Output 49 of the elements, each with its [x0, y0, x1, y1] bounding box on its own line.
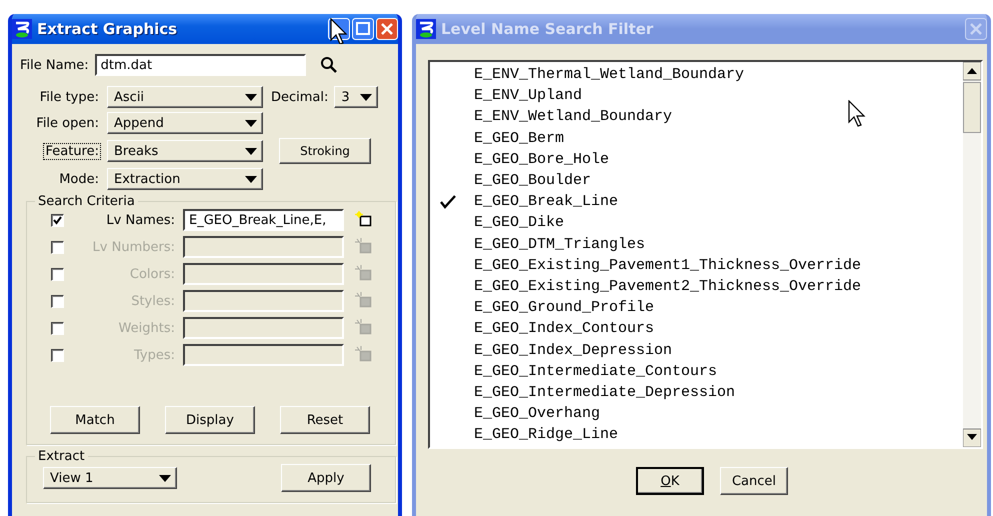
field-label: Styles:	[130, 294, 175, 308]
action-button[interactable]: Display	[165, 406, 255, 434]
input-field[interactable]: E_GEO_Break_Line,E,	[183, 209, 344, 231]
field-label: Weights:	[118, 320, 175, 336]
caret-icon	[244, 174, 258, 184]
field-label: Decimal:	[271, 90, 328, 104]
field-label: Lv Numbers:	[92, 240, 175, 254]
app-logo-icon	[416, 19, 436, 39]
apply-button[interactable]: Apply	[281, 464, 371, 492]
caret-icon	[158, 472, 172, 484]
stroking-button[interactable]: Stroking	[279, 138, 371, 164]
field-label: Types:	[132, 348, 175, 362]
input-field[interactable]: dtm.dat	[94, 54, 306, 76]
checkmark-icon	[53, 216, 62, 224]
maximize-button[interactable]	[352, 18, 374, 40]
search-icon[interactable]	[320, 56, 338, 74]
field-label: Colors:	[128, 266, 175, 282]
group-title: Search Criteria	[37, 194, 136, 209]
dropdown[interactable]: Append	[107, 112, 263, 134]
caret-icon	[359, 92, 374, 102]
checkbox[interactable]	[51, 214, 64, 226]
caret-icon	[244, 92, 258, 102]
dropdown[interactable]: 3	[334, 86, 378, 108]
picker-icon	[355, 238, 373, 256]
field-label: Lv Names:	[105, 212, 175, 228]
dropdown[interactable]: Extraction	[107, 168, 263, 190]
action-button[interactable]: Reset	[280, 406, 370, 434]
dropdown[interactable]: Breaks	[107, 140, 263, 162]
picker-icon	[355, 265, 373, 283]
field-label: File type:	[38, 88, 100, 106]
field-label: Feature:	[43, 142, 101, 160]
picker-icon	[355, 346, 373, 364]
field-label: File Name:	[20, 58, 89, 72]
picker-icon[interactable]	[355, 211, 373, 229]
field-label: File open:	[35, 114, 100, 132]
action-button[interactable]: Match	[50, 406, 140, 434]
window-title: Level Name Search Filter	[441, 20, 654, 38]
checkmark-icon	[440, 194, 456, 209]
field-label: Mode:	[58, 170, 100, 188]
dropdown[interactable]: View 1	[43, 467, 177, 489]
picker-icon	[355, 292, 373, 310]
group-title: Extract	[37, 449, 86, 464]
dropdown[interactable]: Ascii	[107, 86, 263, 108]
window-title: Extract Graphics	[37, 20, 178, 38]
app-logo-icon	[12, 19, 32, 39]
picker-icon	[355, 319, 373, 337]
caret-icon	[244, 146, 258, 156]
mouse-cursor-icon	[848, 100, 868, 128]
caret-icon	[244, 118, 258, 128]
